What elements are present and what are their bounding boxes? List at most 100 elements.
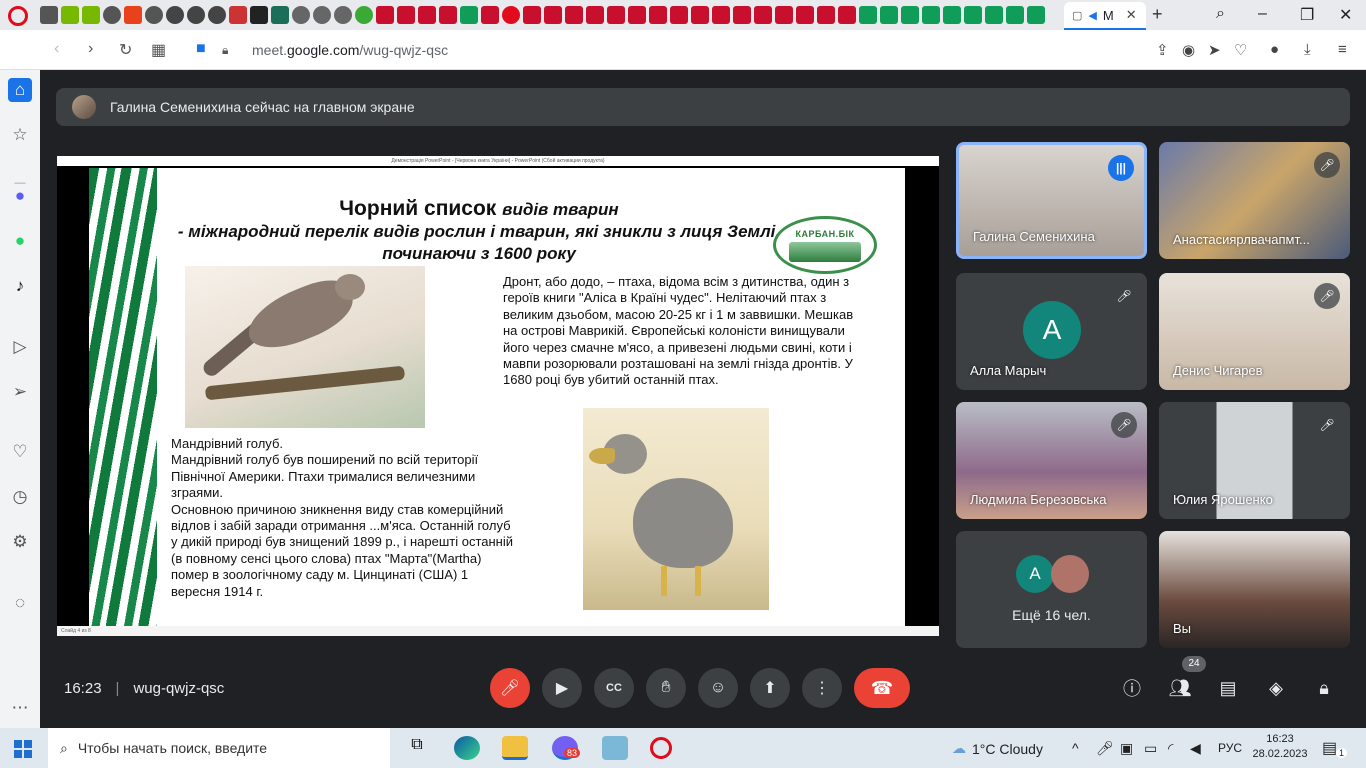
presentation-stage[interactable]: Демонстрація PowerPoint - [Червона книга… bbox=[57, 156, 939, 636]
wifi-icon[interactable]: ◜ bbox=[1168, 740, 1173, 757]
tab-favicon[interactable] bbox=[922, 6, 940, 24]
tab-favicon[interactable] bbox=[649, 6, 667, 24]
tab-favicon[interactable] bbox=[607, 6, 625, 24]
tab-favicon[interactable] bbox=[439, 6, 457, 24]
tab-favicon[interactable] bbox=[691, 6, 709, 24]
viber-icon[interactable]: 83 bbox=[552, 736, 581, 760]
more-icon[interactable]: ⋮ bbox=[802, 668, 842, 708]
tray-chevron-icon[interactable]: ^ bbox=[1072, 740, 1079, 756]
tab-favicon[interactable] bbox=[901, 6, 919, 24]
tab-favicon[interactable] bbox=[565, 6, 583, 24]
tab-favicon[interactable] bbox=[187, 6, 205, 24]
captions-icon[interactable]: CC bbox=[594, 668, 634, 708]
tips-bulb-icon[interactable]: ◌ bbox=[8, 591, 32, 615]
history-clock-icon[interactable]: ◷ bbox=[8, 485, 32, 509]
participant-tile[interactable]: 🎤︎ Юлия Ярошенко bbox=[1159, 402, 1350, 519]
tab-favicon[interactable] bbox=[61, 6, 79, 24]
tab-favicon[interactable] bbox=[796, 6, 814, 24]
bookmarks-star-icon[interactable]: ☆ bbox=[8, 123, 32, 147]
tab-favicon[interactable] bbox=[481, 6, 499, 24]
sidebar-more-icon[interactable]: ⋯ bbox=[8, 696, 32, 720]
app-icon[interactable] bbox=[602, 736, 628, 760]
start-windows-icon[interactable] bbox=[14, 740, 32, 758]
hangup-icon[interactable]: ☎ bbox=[854, 668, 910, 708]
tab-favicon[interactable] bbox=[1006, 6, 1024, 24]
download-icon[interactable]: ⤓ bbox=[1304, 41, 1311, 58]
tabs-grid-icon[interactable]: ▦ bbox=[151, 40, 166, 60]
tab-favicon[interactable] bbox=[250, 6, 268, 24]
notifications-icon[interactable]: ▤ bbox=[1322, 738, 1337, 758]
battery-icon[interactable]: ▭ bbox=[1144, 740, 1157, 757]
reload-icon[interactable]: ↻ bbox=[119, 40, 132, 60]
taskbar-search[interactable]: ⌕ Чтобы начать поиск, введите bbox=[48, 728, 390, 768]
tab-close-icon[interactable]: ✕ bbox=[1126, 7, 1137, 23]
speed-dial-home-icon[interactable]: ⌂ bbox=[8, 78, 32, 102]
tab-favicon[interactable] bbox=[82, 6, 100, 24]
easy-setup-icon[interactable]: ≡ bbox=[1338, 41, 1347, 58]
messenger-icon[interactable]: ● bbox=[8, 184, 32, 208]
restore-icon[interactable]: ❐ bbox=[1300, 5, 1314, 25]
bookmark-heart-icon[interactable]: ♡ bbox=[1234, 41, 1247, 59]
camera-indicator-icon[interactable]: ■ bbox=[196, 40, 206, 58]
activities-icon[interactable]: ◈ bbox=[1264, 676, 1288, 700]
emoji-icon[interactable]: ☺ bbox=[698, 668, 738, 708]
tab-favicon[interactable] bbox=[166, 6, 184, 24]
back-icon[interactable]: ‹ bbox=[54, 40, 59, 58]
tab-favicon[interactable] bbox=[460, 6, 478, 24]
opera-logo-icon[interactable] bbox=[8, 6, 28, 26]
whatsapp-icon[interactable]: ● bbox=[8, 229, 32, 253]
player-icon[interactable]: ▷ bbox=[8, 335, 32, 359]
tab-favicon[interactable] bbox=[397, 6, 415, 24]
participant-tile[interactable]: 🎤︎ Людмила Березовська bbox=[956, 402, 1147, 519]
profile-icon[interactable]: ● bbox=[1270, 41, 1279, 58]
camera-icon[interactable]: ▶ bbox=[542, 668, 582, 708]
tab-favicon[interactable] bbox=[775, 6, 793, 24]
participant-tile[interactable]: ||| Галина Семенихина bbox=[956, 142, 1147, 259]
snapshot-icon[interactable]: ◉ bbox=[1182, 41, 1195, 59]
tab-favicon[interactable] bbox=[523, 6, 541, 24]
tab-favicon[interactable] bbox=[208, 6, 226, 24]
tray-app-icon[interactable]: ▣ bbox=[1120, 740, 1133, 757]
flow-send-icon[interactable]: ➢ bbox=[8, 380, 32, 404]
tab-favicon[interactable] bbox=[103, 6, 121, 24]
tab-favicon[interactable] bbox=[628, 6, 646, 24]
tab-favicon[interactable] bbox=[229, 6, 247, 24]
host-controls-icon[interactable]: 🔒︎ bbox=[1312, 676, 1336, 700]
tab-favicon[interactable] bbox=[418, 6, 436, 24]
opera-taskbar-icon[interactable] bbox=[650, 737, 672, 759]
info-icon[interactable]: ⓘ bbox=[1120, 676, 1144, 700]
self-tile[interactable]: Вы bbox=[1159, 531, 1350, 648]
present-icon[interactable]: ⬆ bbox=[750, 668, 790, 708]
chat-icon[interactable]: ▤ bbox=[1216, 676, 1240, 700]
tab-favicon[interactable] bbox=[859, 6, 877, 24]
tab-favicon[interactable] bbox=[733, 6, 751, 24]
tab-favicon[interactable] bbox=[334, 6, 352, 24]
tab-favicon[interactable] bbox=[313, 6, 331, 24]
tab-favicon[interactable] bbox=[712, 6, 730, 24]
tab-favicon[interactable] bbox=[985, 6, 1003, 24]
tab-favicon[interactable] bbox=[964, 6, 982, 24]
tab-favicon[interactable] bbox=[502, 6, 520, 24]
tab-favicon[interactable] bbox=[544, 6, 562, 24]
input-language[interactable]: РУС bbox=[1218, 741, 1242, 755]
task-view-icon[interactable]: ⧉ bbox=[404, 736, 430, 760]
tab-favicon[interactable] bbox=[817, 6, 835, 24]
tab-favicon[interactable] bbox=[670, 6, 688, 24]
new-tab-icon[interactable]: + bbox=[1152, 4, 1170, 24]
tab-favicon[interactable] bbox=[40, 6, 58, 24]
tab-favicon[interactable] bbox=[838, 6, 856, 24]
minimize-icon[interactable]: – bbox=[1258, 5, 1267, 23]
participant-tile[interactable]: 🎤︎ Денис Чигарев bbox=[1159, 273, 1350, 390]
tab-favicon[interactable] bbox=[292, 6, 310, 24]
tab-favicon[interactable] bbox=[1027, 6, 1045, 24]
microphone-icon[interactable]: 🎤︎ bbox=[1096, 740, 1114, 757]
forward-icon[interactable]: › bbox=[88, 40, 93, 58]
tab-favicon[interactable] bbox=[124, 6, 142, 24]
tab-favicon[interactable] bbox=[880, 6, 898, 24]
lock-icon[interactable]: 🔒︎ bbox=[222, 43, 228, 58]
participant-tile[interactable]: 🎤︎ Анастасиярлвачапмт... bbox=[1159, 142, 1350, 259]
close-window-icon[interactable]: ✕ bbox=[1339, 5, 1352, 25]
personal-news-heart-icon[interactable]: ♡ bbox=[8, 440, 32, 464]
tiktok-icon[interactable]: ♪ bbox=[8, 274, 32, 298]
send-icon[interactable]: ➤ bbox=[1208, 41, 1221, 59]
